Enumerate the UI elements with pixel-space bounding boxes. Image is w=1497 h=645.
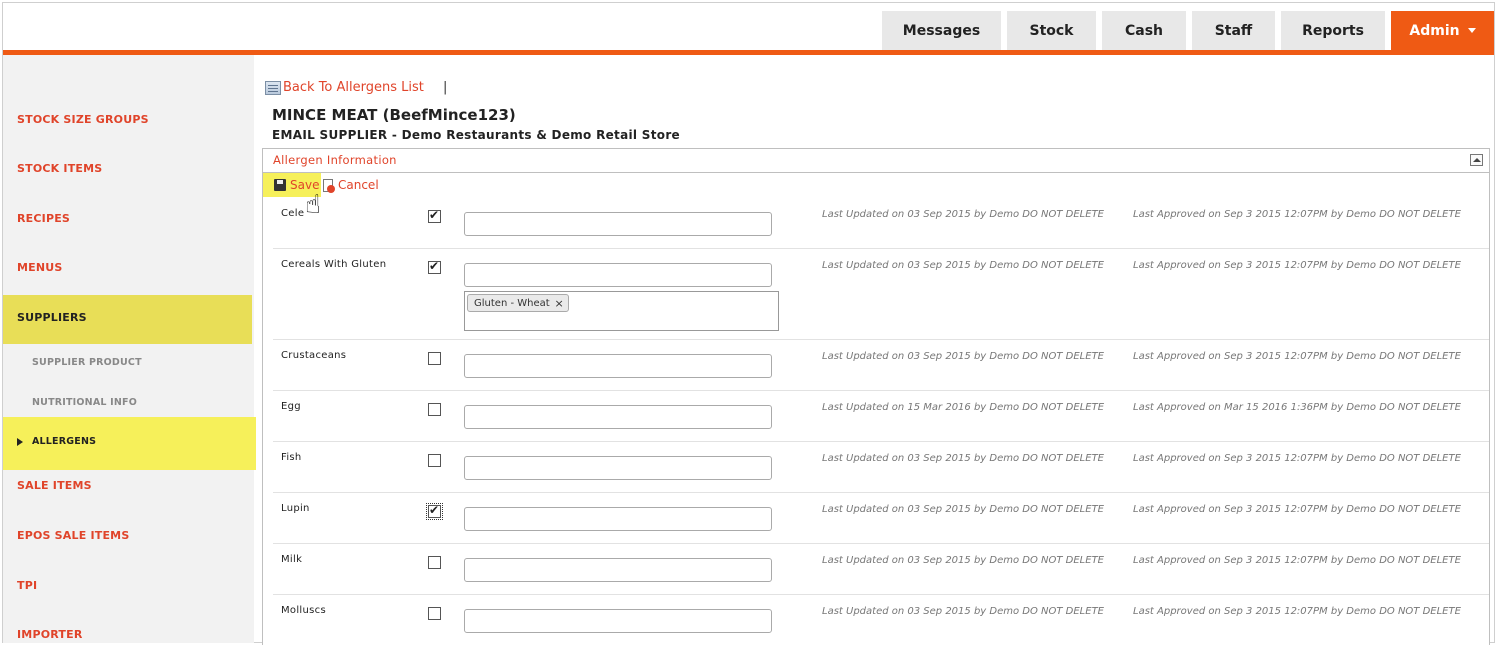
last-approved: Last Approved on Sep 3 2015 12:07PM by D…: [1133, 453, 1461, 464]
sidebar-item-label: ALLERGENS: [32, 436, 97, 447]
allergen-row: Milk Last Updated on 03 Sep 2015 by Demo…: [273, 544, 1489, 595]
allergen-name: Lupin: [281, 503, 310, 514]
sidebar-item-label: MENUS: [17, 261, 63, 274]
collapse-icon[interactable]: [1470, 154, 1483, 166]
last-approved: Last Approved on Sep 3 2015 12:07PM by D…: [1133, 209, 1461, 220]
tab-label: Admin: [1409, 22, 1460, 39]
sidebar-item-label: IMPORTER: [17, 628, 83, 641]
allergen-name: Fish: [281, 452, 302, 463]
allergen-checkbox[interactable]: [428, 208, 441, 223]
tab-label: Cash: [1124, 22, 1164, 39]
allergen-row: Egg Last Updated on 15 Mar 2016 by Demo …: [273, 391, 1489, 442]
tab-admin[interactable]: Admin: [1391, 11, 1494, 50]
allergen-notes-input[interactable]: [464, 456, 772, 480]
list-icon: [265, 80, 281, 95]
tab-staff[interactable]: Staff: [1192, 11, 1275, 50]
last-updated: Last Updated on 03 Sep 2015 by Demo DO N…: [822, 209, 1105, 220]
cancel-button[interactable]: Cancel: [323, 178, 379, 193]
main-nav: Messages Stock Cash Staff Reports Admin: [882, 11, 1494, 50]
allergen-row: Cereals With Gluten Gluten - Wheat × Las…: [273, 249, 1489, 340]
hand-cursor-icon: ☝: [305, 190, 321, 220]
separator: |: [443, 80, 448, 95]
sidebar-item-label: TPI: [17, 579, 38, 592]
allergen-notes-input[interactable]: [464, 609, 772, 633]
allergen-checkbox[interactable]: [428, 607, 441, 620]
allergen-tag: Gluten - Wheat ×: [467, 294, 569, 312]
tab-messages[interactable]: Messages: [882, 11, 1001, 50]
sidebar-item-label: SUPPLIERS: [17, 311, 87, 324]
tab-label: Reports: [1302, 22, 1364, 39]
tab-label: Stock: [1029, 22, 1074, 39]
allergen-row: Crustaceans Last Updated on 03 Sep 2015 …: [273, 340, 1489, 391]
cancel-label: Cancel: [338, 178, 379, 192]
allergen-checkbox[interactable]: [428, 259, 441, 274]
allergen-name: Molluscs: [281, 605, 326, 616]
allergen-row: Fish Last Updated on 03 Sep 2015 by Demo…: [273, 442, 1489, 493]
last-updated: Last Updated on 03 Sep 2015 by Demo DO N…: [822, 504, 1105, 515]
panel-title: Allergen Information: [273, 153, 397, 167]
allergen-name: Egg: [281, 401, 301, 412]
sidebar-item-label: STOCK SIZE GROUPS: [17, 113, 149, 126]
allergen-checkbox[interactable]: [428, 352, 441, 365]
allergen-row: Lupin Last Updated on 03 Sep 2015 by Dem…: [273, 493, 1489, 544]
sidebar-item-label: EPOS SALE ITEMS: [17, 529, 130, 542]
last-approved: Last Approved on Mar 15 2016 1:36PM by D…: [1133, 402, 1461, 413]
page-title: MINCE MEAT (BeefMince123): [272, 106, 516, 124]
last-updated: Last Updated on 03 Sep 2015 by Demo DO N…: [822, 606, 1105, 617]
page-subtitle: EMAIL SUPPLIER - Demo Restaurants & Demo…: [272, 128, 680, 142]
last-updated: Last Updated on 03 Sep 2015 by Demo DO N…: [822, 453, 1105, 464]
last-updated: Last Updated on 03 Sep 2015 by Demo DO N…: [822, 260, 1105, 271]
cancel-icon: [323, 178, 335, 193]
back-link-label: Back To Allergens List: [283, 80, 424, 95]
allergen-checkbox[interactable]: [428, 454, 441, 467]
last-approved: Last Approved on Sep 3 2015 12:07PM by D…: [1133, 260, 1461, 271]
allergen-name: Milk: [281, 554, 303, 565]
last-updated: Last Updated on 15 Mar 2016 by Demo DO N…: [822, 402, 1105, 413]
sidebar-item-label: STOCK ITEMS: [17, 162, 103, 175]
allergen-row: Cele Last Updated on 03 Sep 2015 by Demo…: [273, 198, 1489, 249]
allergen-notes-input[interactable]: [464, 354, 772, 378]
remove-tag-icon[interactable]: ×: [554, 295, 563, 312]
allergen-notes-input[interactable]: [464, 507, 772, 531]
allergen-checkbox[interactable]: [428, 556, 441, 569]
tab-reports[interactable]: Reports: [1281, 11, 1385, 50]
arrow-right-icon: [17, 438, 23, 446]
panel-header: Allergen Information: [263, 149, 1489, 173]
allergen-notes-input[interactable]: [464, 212, 772, 236]
tab-label: Messages: [902, 22, 981, 39]
sidebar-item-label: SUPPLIER PRODUCT: [32, 357, 142, 368]
tab-label: Staff: [1214, 22, 1253, 39]
last-updated: Last Updated on 03 Sep 2015 by Demo DO N…: [822, 555, 1105, 566]
allergen-checkbox[interactable]: [428, 403, 441, 416]
tab-stock[interactable]: Stock: [1007, 11, 1096, 50]
last-approved: Last Approved on Sep 3 2015 12:07PM by D…: [1133, 606, 1461, 617]
allergen-name: Cereals With Gluten: [281, 259, 387, 270]
tag-label: Gluten - Wheat: [474, 298, 550, 309]
allergen-name: Crustaceans: [281, 350, 347, 361]
allergen-notes-input[interactable]: [464, 405, 772, 429]
sidebar-item-label: SALE ITEMS: [17, 479, 92, 492]
allergen-row: Molluscs Last Updated on 03 Sep 2015 by …: [273, 595, 1489, 644]
save-icon: [274, 179, 286, 191]
last-approved: Last Approved on Sep 3 2015 12:07PM by D…: [1133, 555, 1461, 566]
sidebar-item-label: NUTRITIONAL INFO: [32, 397, 138, 408]
caret-down-icon: [1467, 28, 1476, 33]
last-approved: Last Approved on Sep 3 2015 12:07PM by D…: [1133, 504, 1461, 515]
allergen-notes-input[interactable]: [464, 558, 772, 582]
tab-cash[interactable]: Cash: [1102, 11, 1186, 50]
last-updated: Last Updated on 03 Sep 2015 by Demo DO N…: [822, 351, 1105, 362]
allergen-name: Cele: [281, 208, 305, 219]
allergen-notes-input[interactable]: [464, 263, 772, 287]
back-to-allergens-link[interactable]: Back To Allergens List: [265, 80, 424, 95]
sidebar: STOCK SIZE GROUPS STOCK ITEMS RECIPES ME…: [3, 55, 256, 643]
allergen-tag-input[interactable]: Gluten - Wheat ×: [464, 291, 779, 331]
last-approved: Last Approved on Sep 3 2015 12:07PM by D…: [1133, 351, 1461, 362]
sidebar-item-label: RECIPES: [17, 212, 71, 225]
allergen-checkbox[interactable]: [426, 503, 443, 520]
